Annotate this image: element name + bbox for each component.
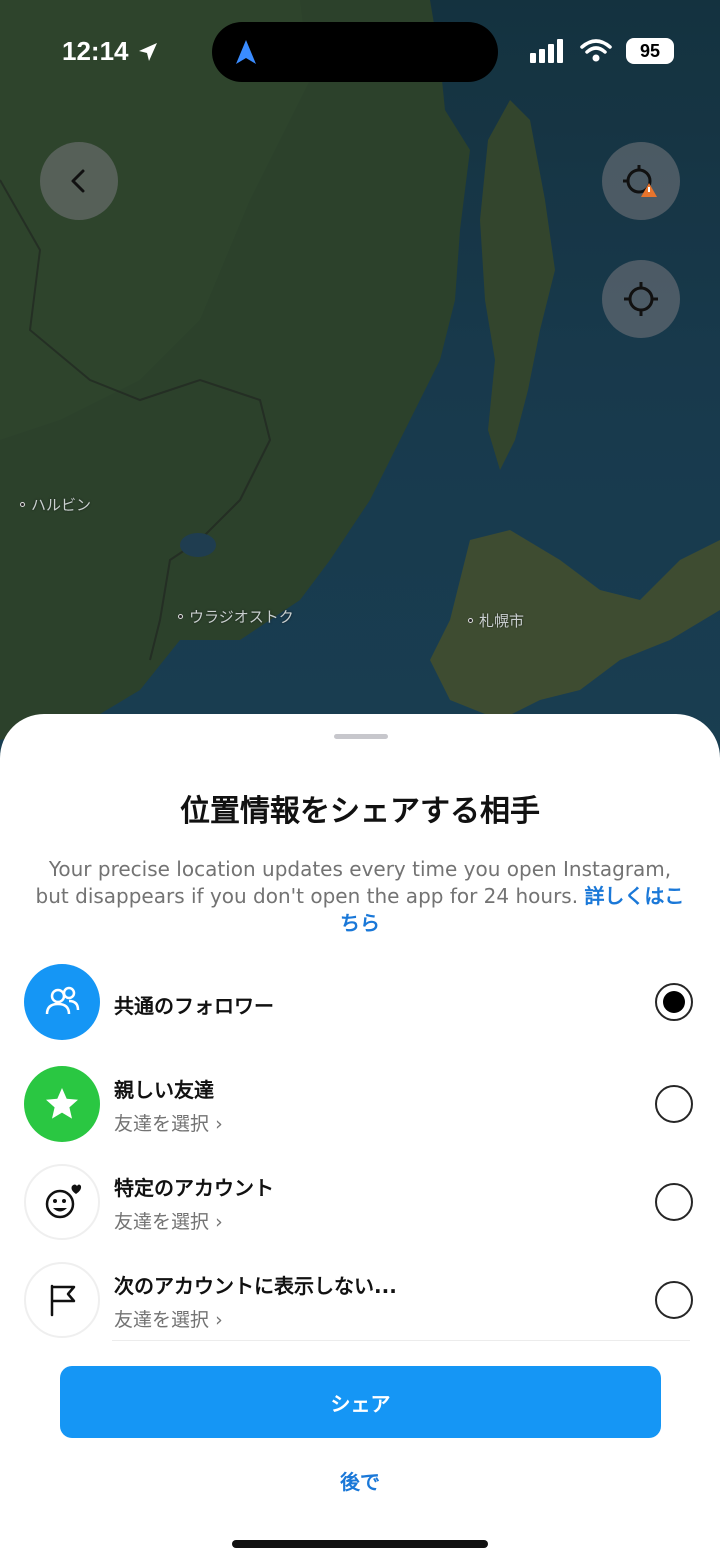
back-button[interactable] — [40, 142, 118, 220]
option-text: 次のアカウントに表示しない... 友達を選択 › — [114, 1270, 397, 1332]
flag-icon — [24, 1262, 100, 1338]
location-arrow-icon — [138, 42, 157, 61]
select-friends-link[interactable]: 友達を選択 › — [114, 1305, 397, 1332]
location-status-button[interactable] — [602, 142, 680, 220]
chevron-right-icon: › — [215, 1113, 223, 1135]
dynamic-island — [212, 22, 498, 82]
people-icon — [24, 964, 100, 1040]
recenter-button[interactable] — [602, 260, 680, 338]
status-right: 95 — [530, 38, 674, 64]
map-label-sapporo: 札幌市 — [468, 610, 524, 631]
option-title: 特定のアカウント — [114, 1176, 274, 1200]
option-title: 親しい友達 — [114, 1078, 214, 1102]
signal-icon — [530, 39, 563, 63]
map-label-harbin: ハルビン — [20, 494, 91, 515]
option-text: 親しい友達 友達を選択 › — [114, 1074, 223, 1136]
radio-close-friends[interactable] — [655, 1085, 693, 1123]
radio-hide-from-accounts[interactable] — [655, 1281, 693, 1319]
map-label-vladivostok: ウラジオストク — [178, 606, 294, 627]
radio-mutual-followers[interactable] — [655, 983, 693, 1021]
share-button[interactable]: シェア — [60, 1366, 661, 1438]
crosshair-icon — [624, 282, 658, 316]
map-dim-overlay — [0, 0, 720, 760]
star-icon — [24, 1066, 100, 1142]
option-specific-accounts[interactable]: 特定のアカウント 友達を選択 › — [0, 1156, 720, 1252]
option-close-friends[interactable]: 親しい友達 友達を選択 › — [0, 1058, 720, 1154]
sheet-grabber[interactable] — [334, 734, 388, 739]
share-location-sheet: 位置情報をシェアする相手 Your precise location updat… — [0, 714, 720, 1562]
sheet-title: 位置情報をシェアする相手 — [180, 794, 540, 829]
divider — [112, 1340, 690, 1341]
select-friends-link[interactable]: 友達を選択 › — [114, 1207, 274, 1234]
navigation-arrow-icon — [236, 40, 256, 64]
sheet-description: Your precise location updates every time… — [30, 856, 690, 937]
wifi-icon — [580, 39, 612, 62]
home-indicator[interactable] — [232, 1540, 488, 1548]
face-heart-icon — [24, 1164, 100, 1240]
battery-icon: 95 — [626, 38, 674, 64]
later-button[interactable]: 後で — [0, 1466, 720, 1495]
option-hide-from-accounts[interactable]: 次のアカウントに表示しない... 友達を選択 › — [0, 1254, 720, 1350]
map-view[interactable]: ハルビン ウラジオストク 札幌市 12:14 95 — [0, 0, 720, 760]
chevron-right-icon: › — [215, 1211, 223, 1233]
select-friends-link[interactable]: 友達を選択 › — [114, 1109, 223, 1136]
option-title: 共通のフォロワー — [114, 994, 274, 1018]
back-icon — [71, 169, 85, 193]
status-time: 12:14 — [62, 36, 159, 67]
option-title: 次のアカウントに表示しない... — [114, 1274, 397, 1298]
description-text: Your precise location updates every time… — [35, 857, 672, 908]
option-text: 特定のアカウント 友達を選択 › — [114, 1172, 274, 1234]
location-warning-icon — [623, 165, 657, 197]
option-mutual-followers[interactable]: 共通のフォロワー — [0, 956, 720, 1052]
chevron-right-icon: › — [215, 1309, 223, 1331]
radio-specific-accounts[interactable] — [655, 1183, 693, 1221]
